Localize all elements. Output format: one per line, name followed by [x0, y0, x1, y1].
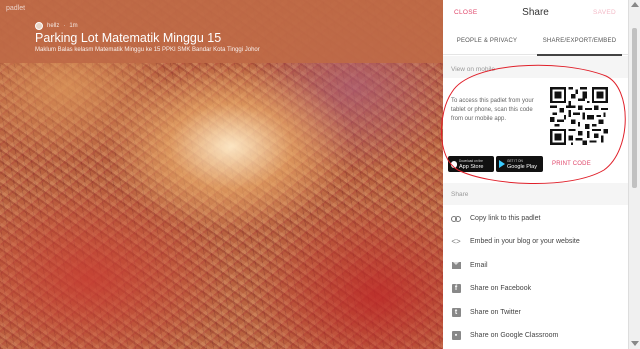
share-panel: CLOSE Share SAVED PEOPLE & PRIVACY SHARE… — [443, 0, 628, 349]
panel-header: CLOSE Share SAVED — [443, 0, 628, 27]
scrollbar-thumb[interactable] — [632, 28, 637, 188]
tab-people-privacy[interactable]: PEOPLE & PRIVACY — [443, 27, 531, 55]
embed-item[interactable]: <> Embed in your blog or your website — [443, 230, 628, 253]
facebook-icon: f — [451, 284, 461, 294]
google-classroom-item[interactable]: ▪ Share on Google Classroom — [443, 324, 628, 347]
padlet-logo[interactable]: padlet — [6, 5, 25, 12]
qr-code — [550, 87, 608, 145]
panel-scrollbar[interactable] — [628, 0, 640, 349]
facebook-item[interactable]: f Share on Facebook — [443, 277, 628, 300]
separator-dot: · — [63, 23, 66, 29]
panel-tabs: PEOPLE & PRIVACY SHARE/EXPORT/EMBED — [443, 27, 628, 56]
google-classroom-label: Share on Google Classroom — [470, 332, 559, 339]
google-play-badge[interactable]: GET IT ON Google Play — [496, 156, 543, 172]
app-store-line2: App Store — [459, 164, 484, 170]
email-item[interactable]: Email — [443, 254, 628, 277]
twitter-label: Share on Twitter — [470, 309, 521, 316]
facebook-label: Share on Facebook — [470, 285, 532, 292]
tab-share-export-embed[interactable]: SHARE/EXPORT/EMBED — [531, 27, 628, 56]
mobile-instruction: To access this padlet from your tablet o… — [451, 98, 534, 122]
copy-link-item[interactable]: Copy link to this padlet — [443, 207, 628, 230]
author-name: hellz — [47, 23, 60, 29]
twitter-item[interactable]: t Share on Twitter — [443, 301, 628, 324]
mail-icon — [451, 261, 461, 271]
twitter-icon: t — [451, 308, 461, 318]
google-play-icon — [499, 160, 505, 168]
link-icon — [451, 214, 461, 224]
app-store-badge[interactable]: Download on the App Store — [448, 156, 494, 172]
board-description: Maklum Balas kelasm Matematik Minggu ke … — [35, 47, 260, 53]
copy-link-label: Copy link to this padlet — [470, 215, 541, 222]
apple-icon — [451, 160, 457, 168]
board-title: Parking Lot Matematik Minggu 15 — [35, 31, 222, 45]
avatar — [35, 22, 43, 30]
google-classroom-icon: ▪ — [451, 331, 461, 341]
code-icon: <> — [451, 237, 461, 246]
share-section-header — [443, 183, 628, 205]
embed-label: Embed in your blog or your website — [470, 238, 580, 245]
scroll-down-arrow[interactable] — [631, 341, 639, 346]
saved-button[interactable]: SAVED — [593, 9, 616, 16]
print-code-button[interactable]: PRINT CODE — [552, 161, 591, 167]
mobile-section-label: View on mobile — [451, 66, 495, 73]
scroll-up-arrow[interactable] — [631, 2, 639, 7]
author-row: hellz · 1m — [35, 22, 78, 30]
email-label: Email — [470, 262, 488, 269]
board-header: padlet hellz · 1m Parking Lot Matematik … — [0, 0, 443, 63]
share-section-label: Share — [451, 191, 469, 198]
google-play-line2: Google Play — [507, 164, 537, 170]
post-time: 1m — [69, 23, 78, 29]
